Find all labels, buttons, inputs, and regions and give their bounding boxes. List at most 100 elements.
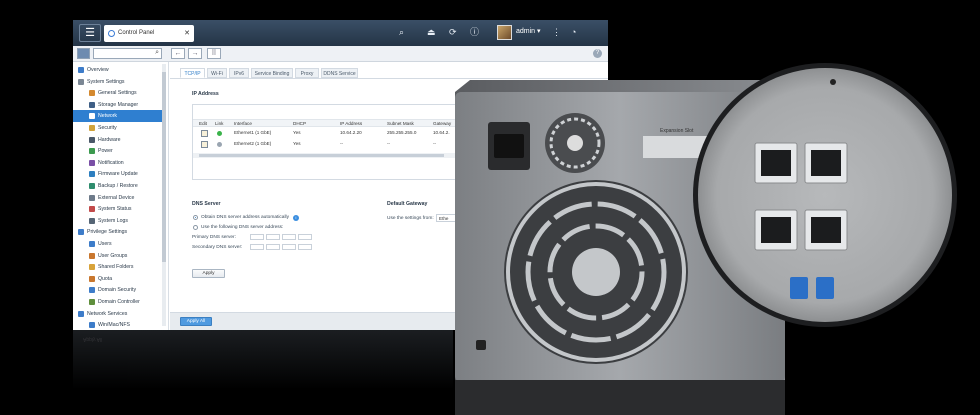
secondary-dns-octet-1[interactable]: [250, 244, 264, 250]
sidebar-item-label: Network: [98, 113, 118, 120]
sidebar-item-backup-restore[interactable]: Backup / Restore: [73, 180, 165, 192]
info-badge-icon[interactable]: ⓘ: [470, 26, 479, 38]
control-panel-icon: [108, 30, 115, 37]
secondary-dns-octet-2[interactable]: [266, 244, 280, 250]
sidebar-item-system-settings[interactable]: System Settings: [73, 76, 165, 88]
sidebar-item-user-groups[interactable]: User Groups: [73, 250, 165, 262]
link-up-icon: [217, 131, 222, 136]
sidebar-item-network-services[interactable]: Network Services: [73, 308, 165, 320]
apply-all-button[interactable]: Apply All: [180, 317, 212, 326]
sidebar-item-icon: [89, 148, 95, 155]
sidebar-item-label: Firmware Update: [98, 171, 138, 178]
sidebar-scrollbar[interactable]: [162, 64, 166, 326]
tab-ipv6[interactable]: IPv6: [229, 68, 249, 78]
sidebar-item-general-settings[interactable]: General Settings: [73, 87, 165, 99]
sidebar-item-storage-manager[interactable]: Storage Manager: [73, 99, 165, 111]
dns-auto-label: Obtain DNS server address automatically: [201, 215, 289, 220]
sidebar-item-hardware[interactable]: Hardware: [73, 134, 165, 146]
expansion-slot-label: Expansion Slot: [660, 128, 694, 134]
sidebar-item-domain-controller[interactable]: Domain Controller: [73, 296, 165, 308]
search-input[interactable]: ⌕: [93, 48, 162, 59]
sidebar-item-label: Power: [98, 148, 113, 155]
secondary-dns-label: Secondary DNS server:: [192, 245, 243, 250]
primary-dns-octet-1[interactable]: [250, 234, 264, 240]
dashboard-icon[interactable]: ◔: [571, 26, 576, 38]
sidebar-item-users[interactable]: Users: [73, 238, 165, 250]
sidebar-item-shared-folders[interactable]: Shared Folders: [73, 261, 165, 273]
sidebar-item-icon: [89, 113, 95, 120]
sidebar-item-icon: [89, 287, 95, 294]
primary-dns-octet-2[interactable]: [266, 234, 280, 240]
usb-port-1: [790, 277, 808, 299]
interface-cell: Ethernet2 (1 GbE): [234, 141, 272, 146]
tab-wi-fi[interactable]: Wi-Fi: [207, 68, 227, 78]
edit-icon[interactable]: [201, 141, 208, 148]
gateway-select[interactable]: Ethe: [436, 214, 458, 222]
mask-cell: --: [387, 141, 391, 146]
link-down-icon: [217, 142, 222, 147]
help-icon[interactable]: ?: [593, 49, 602, 58]
sidebar-item-domain-security[interactable]: Domain Security: [73, 284, 165, 296]
footer-bar: Apply All: [170, 312, 608, 330]
apps-button[interactable]: ⠿: [207, 48, 221, 59]
primary-dns-octet-3[interactable]: [282, 234, 296, 240]
info-icon[interactable]: i: [293, 215, 299, 221]
screw-icon: [830, 79, 836, 85]
apply-button[interactable]: Apply: [192, 269, 225, 278]
dns-auto-radio[interactable]: [193, 215, 198, 220]
secondary-dns-octet-4[interactable]: [298, 244, 312, 250]
app-tab-label: Control Panel: [118, 30, 155, 36]
close-icon[interactable]: ✕: [184, 25, 190, 42]
search-icon[interactable]: ⌕: [399, 26, 404, 38]
sidebar-item-label: Domain Security: [98, 287, 137, 294]
app-tab-control-panel[interactable]: Control Panel ✕: [104, 25, 194, 42]
sidebar-item-external-device[interactable]: External Device: [73, 192, 165, 204]
table-scrollbar[interactable]: [193, 153, 608, 158]
primary-dns-label: Primary DNS server:: [192, 235, 236, 240]
tab-tcp-ip[interactable]: TCP/IP: [180, 68, 205, 78]
back-button[interactable]: ←: [171, 48, 185, 59]
sidebar-item-label: User Groups: [98, 252, 128, 259]
dns-manual-radio[interactable]: [193, 225, 198, 230]
sidebar-item-label: System Logs: [98, 217, 128, 224]
primary-dns-octet-4[interactable]: [298, 234, 312, 240]
tab-service-binding[interactable]: Service Binding: [251, 68, 293, 78]
notification-usb-icon[interactable]: ⏏: [427, 26, 436, 38]
secondary-dns-octet-3[interactable]: [282, 244, 296, 250]
sidebar-item-power[interactable]: Power: [73, 145, 165, 157]
sidebar-item-quota[interactable]: Quota: [73, 273, 165, 285]
hamburger-menu-icon[interactable]: ☰: [79, 24, 101, 42]
sidebar-item-security[interactable]: Security: [73, 122, 165, 134]
edit-icon[interactable]: [201, 130, 208, 137]
toolbar: ⌕ ← → ⠿ ?: [73, 46, 608, 62]
tab-proxy[interactable]: Proxy: [295, 68, 319, 78]
sidebar-item-win-mac-nfs[interactable]: Win/Mac/NFS: [73, 319, 165, 330]
sync-icon[interactable]: ⟳: [449, 26, 457, 38]
dhcp-cell: Yes: [293, 130, 301, 135]
sidebar-item-system-status[interactable]: System Status: [73, 203, 165, 215]
tab-ddns-service[interactable]: DDNS Service: [321, 68, 358, 78]
sidebar-item-system-logs[interactable]: System Logs: [73, 215, 165, 227]
sidebar-item-icon: [89, 171, 95, 178]
expansion-slot-cover: [643, 136, 723, 158]
sidebar-item-label: External Device: [98, 194, 135, 201]
sidebar-item-icon: [89, 125, 95, 131]
avatar[interactable]: [497, 25, 512, 40]
forward-button[interactable]: →: [188, 48, 202, 59]
sidebar-item-firmware-update[interactable]: Firmware Update: [73, 168, 165, 180]
dhcp-cell: Yes: [293, 141, 301, 146]
more-icon[interactable]: ⋮: [552, 26, 561, 38]
sidebar-item-privilege-settings[interactable]: Privilege Settings: [73, 226, 165, 238]
sidebar-item-notification[interactable]: Notification: [73, 157, 165, 169]
sidebar-item-icon: [89, 90, 95, 97]
lan-port-3-socket: [761, 217, 791, 243]
top-bar: ☰ Control Panel ✕ ⌕ ⏏ ⟳ ⓘ admin ▾ ⋮ ◔: [73, 20, 608, 46]
sidebar-item-overview[interactable]: Overview: [73, 64, 165, 76]
sidebar-item-network[interactable]: Network: [73, 110, 165, 123]
sidebar-item-label: Shared Folders: [98, 264, 134, 271]
col-link: Link: [215, 121, 224, 126]
user-menu[interactable]: admin ▾: [516, 27, 541, 35]
grid-view-icon[interactable]: [77, 48, 90, 59]
sidebar-item-label: Network Services: [87, 310, 128, 317]
screen-reflection: Apply All: [73, 330, 453, 415]
